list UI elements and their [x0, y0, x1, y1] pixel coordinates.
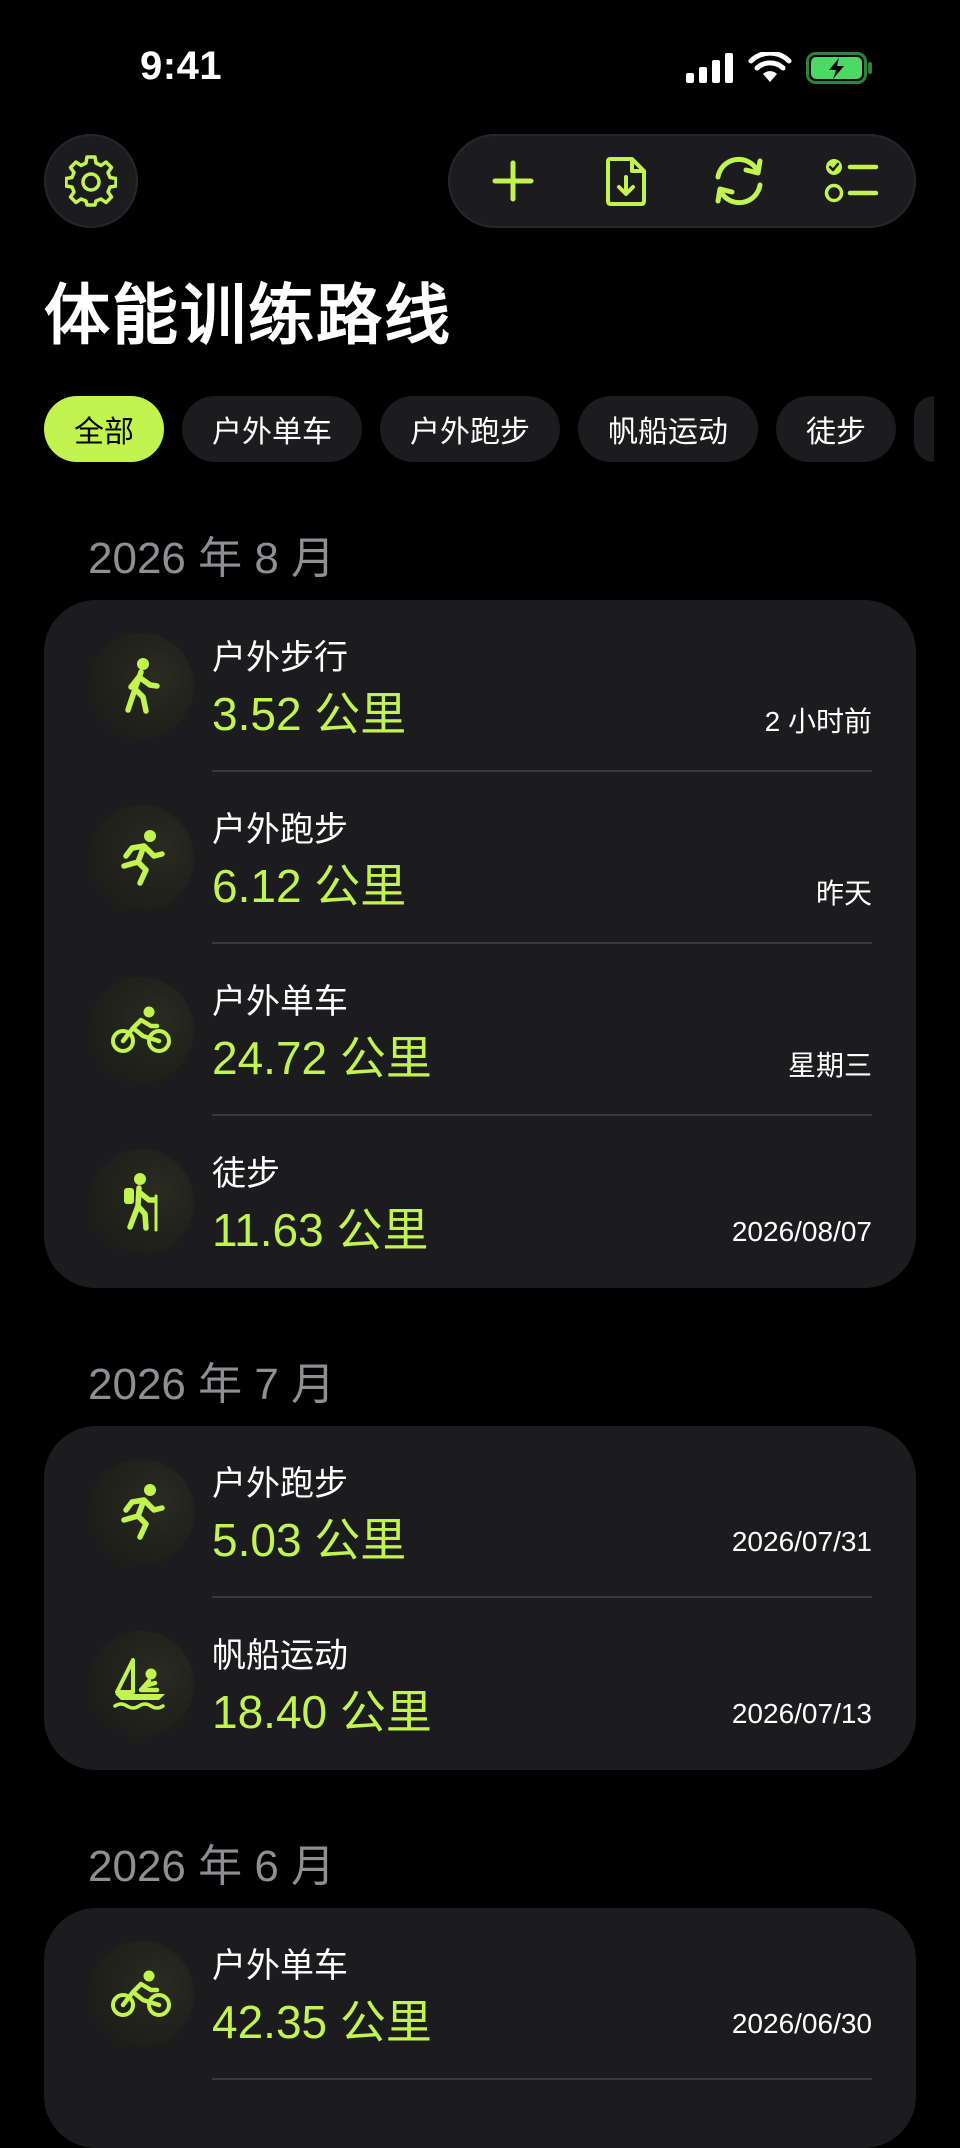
- activity-icon-badge: [88, 1459, 194, 1565]
- activity-icon-badge: [88, 633, 194, 739]
- status-bar: 9:41: [0, 0, 960, 130]
- page-title: 体能训练路线: [44, 277, 452, 354]
- activity-icon-badge: [88, 1941, 194, 2047]
- workout-title: 户外跑步: [212, 1464, 348, 1504]
- settings-button[interactable]: [44, 134, 138, 228]
- filter-bar: 全部 户外单车 户外跑步 帆船运动 徒步: [44, 396, 934, 462]
- status-icons: [686, 52, 874, 84]
- workout-title: 帆船运动: [212, 1636, 348, 1676]
- workout-distance: 18.40 公里: [212, 1686, 432, 1738]
- workout-date: 2026/07/31: [731, 1526, 872, 1557]
- sync-button[interactable]: [699, 141, 779, 221]
- plus-icon: [492, 160, 533, 202]
- workout-date: 2026/07/13: [731, 1698, 872, 1729]
- toolbar: [0, 132, 960, 232]
- workout-row[interactable]: 户外单车 24.72 公里 星期三: [44, 944, 916, 1116]
- wifi-icon: [748, 52, 792, 82]
- activity-icon-badge: [88, 1149, 194, 1255]
- activity-icon-badge: [88, 805, 194, 911]
- cellular-signal-icon: [686, 53, 733, 83]
- section-header: 2026 年 7 月: [88, 1360, 336, 1409]
- document-download-icon: [605, 157, 646, 206]
- add-button[interactable]: [473, 141, 553, 221]
- workout-date: 2026/06/30: [731, 2008, 872, 2039]
- running-icon: [121, 1484, 165, 1540]
- sailing-icon: [113, 1658, 165, 1710]
- section-header: 2026 年 6 月: [88, 1842, 336, 1891]
- filter-chip-running[interactable]: 户外跑步: [380, 396, 560, 462]
- activity-icon-badge: [88, 977, 194, 1083]
- workout-distance: 6.12 公里: [212, 860, 407, 912]
- gear-icon: [65, 155, 117, 207]
- filter-chip-overflow[interactable]: [914, 396, 934, 462]
- checklist-icon: [824, 159, 878, 203]
- workout-row[interactable]: 户外步行 3.52 公里 2 小时前: [44, 600, 916, 772]
- workout-list-card: 户外步行 3.52 公里 2 小时前 户外跑步 6.12 公里 昨天 户外单车 …: [44, 600, 916, 1288]
- import-button[interactable]: [586, 141, 666, 221]
- workout-title: 户外单车: [212, 982, 348, 1022]
- action-group: [448, 134, 916, 228]
- workout-date: 2026/08/07: [731, 1216, 872, 1247]
- workout-title: 户外步行: [212, 638, 348, 678]
- row-divider: [212, 2078, 872, 2080]
- filter-chip-hiking[interactable]: 徒步: [776, 396, 896, 462]
- refresh-icon: [715, 156, 762, 206]
- workout-list-card: 户外跑步 5.03 公里 2026/07/31 帆船运动 18.40 公里 20…: [44, 1426, 916, 1770]
- walking-icon: [125, 658, 160, 714]
- workout-distance: 24.72 公里: [212, 1032, 432, 1084]
- running-icon: [121, 830, 165, 886]
- workout-list-card: 户外单车 42.35 公里 2026/06/30: [44, 1908, 916, 2148]
- workout-row[interactable]: 帆船运动 18.40 公里 2026/07/13: [44, 1598, 916, 1770]
- workout-date: 星期三: [787, 1050, 872, 1081]
- workout-title: 户外单车: [212, 1946, 348, 1986]
- workout-distance: 11.63 公里: [212, 1204, 429, 1256]
- workout-distance: 42.35 公里: [212, 1996, 432, 2048]
- workout-row[interactable]: 户外跑步 6.12 公里 昨天: [44, 772, 916, 944]
- hiking-icon: [124, 1173, 158, 1232]
- select-button[interactable]: [812, 141, 892, 221]
- filter-chip-cycling[interactable]: 户外单车: [182, 396, 362, 462]
- status-time: 9:41: [140, 44, 223, 88]
- workout-date: 2 小时前: [764, 706, 872, 737]
- filter-chip-all[interactable]: 全部: [44, 396, 164, 462]
- workout-row[interactable]: 户外跑步 5.03 公里 2026/07/31: [44, 1426, 916, 1598]
- workout-distance: 5.03 公里: [212, 1514, 407, 1566]
- filter-chip-sailing[interactable]: 帆船运动: [578, 396, 758, 462]
- workout-title: 户外跑步: [212, 810, 348, 850]
- activity-icon-badge: [88, 1631, 194, 1737]
- workout-row[interactable]: 徒步 11.63 公里 2026/08/07: [44, 1116, 916, 1288]
- workout-date: 昨天: [815, 878, 872, 909]
- cycling-icon: [111, 1006, 171, 1053]
- workout-distance: 3.52 公里: [212, 688, 407, 740]
- section-header: 2026 年 8 月: [88, 534, 336, 583]
- workout-row[interactable]: 户外单车 42.35 公里 2026/06/30: [44, 1908, 916, 2080]
- cycling-icon: [111, 1970, 171, 2017]
- battery-charging-icon: [806, 52, 872, 84]
- workout-title: 徒步: [212, 1154, 280, 1194]
